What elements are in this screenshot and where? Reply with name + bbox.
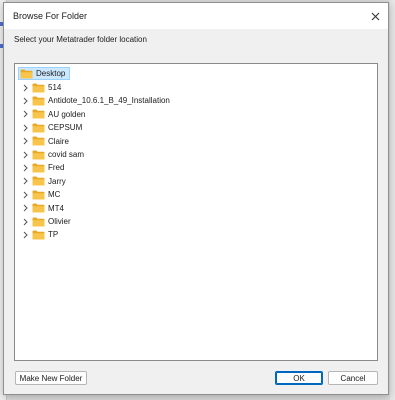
tree-item-label: Jarry — [48, 176, 66, 186]
folder-icon — [32, 96, 45, 106]
chevron-right-icon[interactable] — [20, 161, 30, 174]
background-window-edge — [390, 0, 395, 400]
close-button[interactable] — [364, 5, 386, 27]
ok-button[interactable]: OK — [275, 371, 323, 385]
tree-item-label: MT4 — [48, 203, 64, 213]
dialog-prompt: Select your Metatrader folder location — [14, 35, 147, 44]
tree-item-label: AU golden — [48, 109, 86, 119]
tree-item[interactable]: TP — [20, 228, 58, 241]
tree-item-desktop[interactable]: Desktop — [18, 67, 71, 80]
tree-item-label: covid sam — [48, 150, 85, 159]
tree-item[interactable]: Fred — [20, 161, 64, 174]
title-bar: Browse For Folder — [4, 3, 388, 29]
folder-icon — [32, 230, 45, 240]
make-new-folder-button[interactable]: Make New Folder — [15, 371, 87, 385]
tree-item[interactable]: Antidote_10.6.1_B_49_Installation — [20, 94, 170, 107]
dialog-title: Browse For Folder — [13, 11, 88, 21]
close-icon — [371, 12, 379, 20]
folder-icon — [32, 203, 45, 213]
chevron-right-icon[interactable] — [20, 81, 30, 94]
tree-item[interactable]: Claire — [20, 135, 69, 148]
tree-item[interactable]: CEPSUM — [20, 121, 82, 134]
tree-item[interactable]: Jarry — [20, 175, 66, 188]
tree-item-label: Olivier — [48, 217, 71, 226]
chevron-right-icon[interactable] — [20, 148, 30, 161]
folder-icon — [20, 69, 33, 78]
chevron-right-icon[interactable] — [20, 202, 30, 215]
tree-item-label: 514 — [48, 83, 62, 92]
tree-item[interactable]: covid sam — [20, 148, 84, 161]
tree-item-label: CEPSUM — [48, 123, 83, 133]
folder-tree[interactable]: Desktop 514 Antidote_10.6.1_B_49_Installa… — [14, 63, 378, 361]
browse-for-folder-dialog: Browse For Folder Select your Metatrader… — [3, 2, 389, 395]
chevron-right-icon[interactable] — [20, 175, 30, 188]
folder-icon — [32, 83, 45, 92]
tree-item-label: Antidote_10.6.1_B_49_Installation — [48, 96, 170, 106]
folder-icon — [32, 217, 45, 226]
tree-item[interactable]: 514 — [20, 81, 61, 94]
folder-icon — [32, 163, 45, 173]
chevron-right-icon[interactable] — [20, 135, 30, 148]
chevron-right-icon[interactable] — [20, 228, 30, 241]
folder-icon — [32, 136, 45, 146]
tree-item[interactable]: MC — [20, 188, 60, 201]
tree-item-label: MC — [48, 190, 61, 200]
tree-item-label: Claire — [48, 136, 69, 146]
folder-icon — [32, 123, 45, 133]
tree-item-label: Fred — [48, 163, 65, 173]
tree-item-label: TP — [48, 230, 59, 240]
folder-icon — [32, 176, 45, 186]
folder-icon — [32, 109, 45, 119]
tree-item[interactable]: Olivier — [20, 215, 71, 228]
chevron-right-icon[interactable] — [20, 188, 30, 201]
folder-icon — [32, 150, 45, 159]
chevron-right-icon[interactable] — [20, 215, 30, 228]
tree-item[interactable]: MT4 — [20, 202, 64, 215]
tree-item-label: Desktop — [36, 69, 66, 78]
chevron-right-icon[interactable] — [20, 121, 30, 134]
folder-icon — [32, 190, 45, 200]
cancel-button[interactable]: Cancel — [328, 371, 378, 385]
chevron-right-icon[interactable] — [20, 108, 30, 121]
tree-item[interactable]: AU golden — [20, 108, 85, 121]
chevron-right-icon[interactable] — [20, 94, 30, 107]
